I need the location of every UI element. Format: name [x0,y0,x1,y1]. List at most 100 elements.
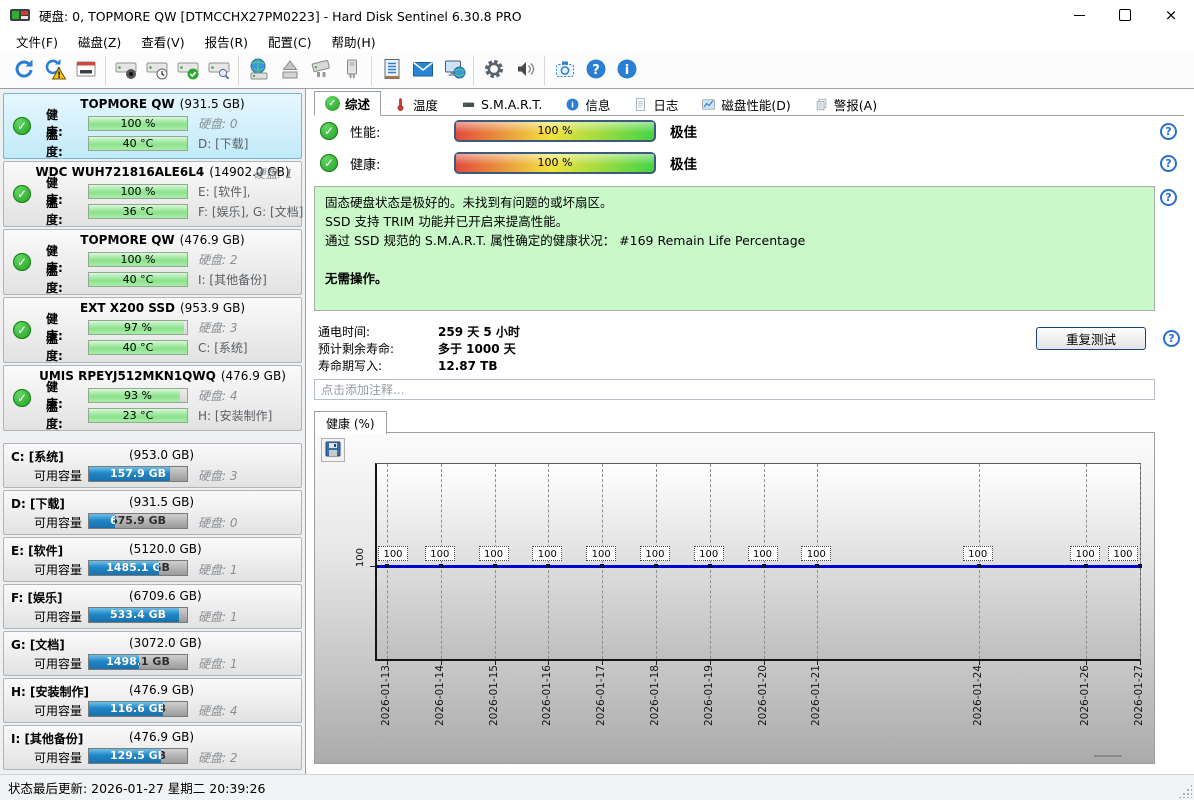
health-chart-tab[interactable]: 健康 (%) [314,411,387,434]
save-chart-button[interactable] [321,438,345,462]
free-space-value-highlight: 1485.1 GB [89,561,159,575]
toolbar-drive-search-button[interactable] [203,56,234,85]
stat-row: 寿命期写入:12.87 TB [318,357,520,374]
status-bar: 状态最后更新: 2026-01-27 星期二 20:39:26 [0,774,1194,800]
partition-panel[interactable]: D: [下载](931.5 GB)可用容量675.9 GB675.9 GB硬盘:… [3,490,302,535]
toolbar-remove-drive-button[interactable] [305,56,336,85]
disk-panel[interactable]: TOPMORE QW(931.5 GB)健康:100 %硬盘: 0温度:40 °… [3,93,302,159]
tab-label: 警报(A) [834,95,877,114]
toolbar-usb-drive-button[interactable] [336,56,367,85]
free-space-bar: 675.9 GB675.9 GB [88,513,188,529]
retest-button[interactable]: 重复测试 [1036,327,1146,350]
tab-disk-performance[interactable]: 磁盘性能(D) [690,93,801,115]
status-help-icon[interactable] [1160,189,1177,206]
performance-value: 100 % [456,122,654,140]
check-icon [325,96,340,111]
minimize-button[interactable] [1056,0,1102,30]
retest-help-icon[interactable] [1163,330,1180,347]
partition-disk-label: 硬盘: 2 [198,749,238,766]
partition-panel[interactable]: F: [娱乐](6709.6 GB)可用容量533.4 GB533.4 GB硬盘… [3,584,302,629]
disk-panel[interactable]: TOPMORE QW(476.9 GB)健康:100 %硬盘: 2温度:40 °… [3,229,302,295]
disk-panel[interactable]: UMIS RPEYJ512MKN1QWQ(476.9 GB)健康:93 %硬盘:… [3,365,302,431]
close-icon: × [1165,8,1178,23]
maximize-button[interactable] [1102,0,1148,30]
chart-point-label: 100 [801,546,831,561]
panel-resize-handle[interactable] [1094,755,1122,757]
partition-panel[interactable]: G: [文档](3072.0 GB)可用容量1498.1 GB1498.1 GB… [3,631,302,676]
toolbar-sounds-button[interactable] [509,56,540,85]
partition-capacity: (5120.0 GB) [129,542,202,556]
partition-name: H: [安装制作] [11,683,89,700]
tab-smart[interactable]: S.M.A.R.T. [450,93,553,115]
partition-disk-label: 硬盘: 4 [198,702,238,719]
menu-item-report[interactable]: 报告(R) [195,29,258,54]
disk-panel[interactable]: WDC WUH721816ALE6L4(14902.0 GB)硬盘: 1健康:1… [3,161,302,227]
toolbar-drive-test-button[interactable] [172,56,203,85]
toolbar-network-drive-button[interactable] [243,56,274,85]
free-space-value-highlight: 675.9 GB [89,514,115,528]
tab-temperature[interactable]: 温度 [382,93,449,115]
menu-item-view[interactable]: 查看(V) [131,29,194,54]
email-icon [411,57,435,84]
toolbar-eject-drive-button[interactable] [274,56,305,85]
toolbar-drive-clock-button[interactable] [141,56,172,85]
y-axis-tick [370,566,375,567]
free-space-bar: 129.5 GB129.5 GB [88,748,188,764]
partition-panel[interactable]: H: [安装制作](476.9 GB)可用容量116.6 GB116.6 GB硬… [3,678,302,723]
disk-health-bar: 100 % [88,184,188,199]
drive-clock-icon [145,57,169,84]
chart-point-marker [385,564,389,568]
tab-label: 日志 [653,95,678,114]
menu-item-file[interactable]: 文件(F) [6,29,68,54]
toolbar-drive-overview-button[interactable] [70,56,101,85]
toolbar-refresh-button[interactable] [8,56,39,85]
toolbar-group [239,56,372,86]
toolbar-drive-sound-button[interactable] [110,56,141,85]
tab-overview[interactable]: 综述 [314,91,381,116]
toolbar-settings-button[interactable] [478,56,509,85]
disk-ok-icon [13,321,31,339]
x-axis-tick-label: 2026-01-21 [810,665,822,726]
bar-fill-clip: 116.6 GB [89,702,163,716]
free-space-bar: 533.4 GB533.4 GB [88,607,188,623]
toolbar-email-button[interactable] [407,56,438,85]
close-button[interactable]: × [1148,0,1194,30]
partition-panel[interactable]: I: [其他备份](476.9 GB)可用容量129.5 GB129.5 GB硬… [3,725,302,770]
tab-alerts[interactable]: 警报(A) [803,93,888,115]
chart-point-label: 100 [694,546,724,561]
toolbar-report-button[interactable] [376,56,407,85]
disk-ok-icon [13,185,31,203]
toolbar-screenshot-button[interactable] [549,56,580,85]
disk-sidebar: TOPMORE QW(931.5 GB)健康:100 %硬盘: 0温度:40 °… [0,89,306,775]
comment-input[interactable] [314,379,1155,400]
partition-disk-label: 硬盘: 1 [198,561,238,578]
menu-item-help[interactable]: 帮助(H) [322,29,386,54]
tab-information[interactable]: i信息 [554,93,621,115]
toolbar-group [474,56,545,86]
health-bar: 100 % [454,152,656,174]
status-line: 通过 SSD 规范的 S.M.A.R.T. 属性确定的健康状况： #169 Re… [325,231,1144,250]
toolbar-refresh-warning-button[interactable] [39,56,70,85]
partition-panel[interactable]: C: [系统](953.0 GB)可用容量157.9 GB157.9 GB硬盘:… [3,443,302,488]
toolbar-help-button[interactable]: ? [580,56,611,85]
thermometer-icon [393,97,408,112]
toolbar-network-status-button[interactable] [438,56,469,85]
performance-help-icon[interactable] [1160,123,1177,140]
usb-drive-icon [340,57,364,84]
menu-item-disk[interactable]: 磁盘(Z) [68,29,131,54]
toolbar-info-button[interactable]: i [611,56,642,85]
partition-panel[interactable]: E: [软件](5120.0 GB)可用容量1485.1 GB1485.1 GB… [3,537,302,582]
disk-row-right-label: E: [软件], [198,183,251,200]
app-logo-icon [10,7,30,23]
health-help-icon[interactable] [1160,155,1177,172]
menu-item-config[interactable]: 配置(C) [258,29,321,54]
drive-test-icon [176,57,200,84]
tab-label: 综述 [345,94,370,113]
stat-value: 12.87 TB [438,359,497,373]
disk-panel[interactable]: EXT X200 SSD(953.9 GB)健康:97 %硬盘: 3温度:40 … [3,297,302,363]
tab-log[interactable]: 日志 [622,93,689,115]
network-drive-icon [247,57,271,84]
bar-fill-clip: 675.9 GB [89,514,115,528]
status-last-update: 状态最后更新: 2026-01-27 星期二 20:39:26 [8,778,265,797]
disk-temperature-value: 40 °C [89,273,187,286]
